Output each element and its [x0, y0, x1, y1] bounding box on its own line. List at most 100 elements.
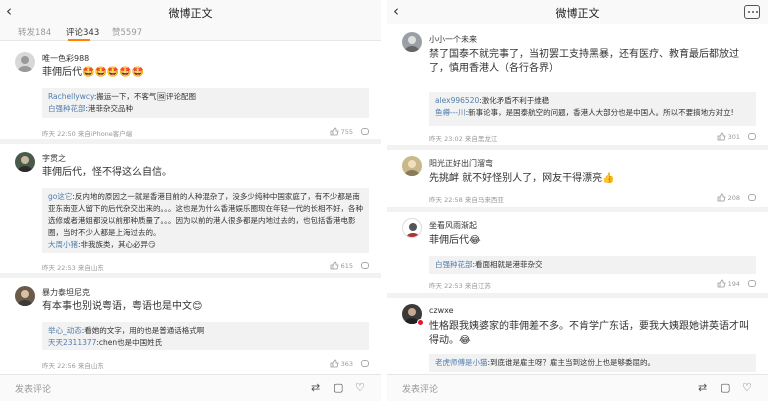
tab-reposts[interactable]: 转发184 [18, 26, 51, 38]
like-count[interactable]: 301 [717, 132, 740, 141]
footer-actions: ⇄ ▢ ♡ [311, 382, 371, 394]
comment-meta: 昨天 22:53 来自江苏 [429, 282, 491, 290]
tab-comments[interactable]: 评论343 [66, 26, 99, 38]
comment-meta: 昨天 23:02 来自黑龙江 [429, 135, 498, 143]
like-count[interactable]: 615 [330, 261, 353, 270]
comment-input[interactable]: 发表评论 [15, 382, 51, 395]
reply-line: alex996520:激化矛盾不利于维稳 [435, 95, 750, 107]
repost-icon[interactable]: ⇄ [311, 382, 320, 394]
reply-icon[interactable] [361, 360, 369, 367]
like-count-value: 755 [340, 128, 353, 136]
reply-user[interactable]: Rachellywcy [48, 92, 94, 101]
avatar[interactable] [402, 32, 422, 52]
like-count[interactable]: 755 [330, 127, 353, 136]
thumbs-up-icon[interactable] [717, 132, 726, 141]
reply-text: :反内地的原因之一就是香港目前的人种混杂了，没多少纯种中国家庭了，有不少都是南亚… [48, 192, 363, 237]
reply-user[interactable]: 白强种花部 [48, 104, 86, 113]
comment-username[interactable]: 小小一个未来 [429, 34, 477, 45]
avatar[interactable] [402, 218, 422, 238]
reply-text: :看面相就是港菲杂交 [472, 260, 543, 269]
more-icon[interactable] [744, 5, 760, 19]
reply-line: 大周小猪:非我族类，其心必异😏 [48, 239, 363, 251]
avatar[interactable] [15, 286, 35, 306]
reply-text: :港菲杂交品种 [85, 104, 134, 113]
reply-user[interactable]: 老虎师傅是小猫 [435, 358, 488, 367]
like-icon[interactable]: ♡ [742, 382, 752, 394]
thumbs-up-icon[interactable] [717, 279, 726, 288]
comment-meta: 昨天 22:53 来自山东 [42, 264, 104, 272]
reply-text: :chen也是中国姓氏 [96, 338, 163, 347]
comment-username[interactable]: 字贯之 [42, 153, 66, 164]
reply-text: :非我族类，其心必异😏 [78, 240, 156, 249]
comment-item: 字贯之 菲佣后代，怪不得这么自信。 go这它:反内地的原因之一就是香港目前的人种… [0, 144, 381, 278]
reply-icon[interactable] [361, 128, 369, 135]
thumbs-up-icon[interactable] [330, 127, 339, 136]
thumbs-up-icon[interactable] [330, 359, 339, 368]
like-count-value: 363 [340, 360, 353, 368]
comment-text: 有本事也别说粤语，粤语也是中文😊 [42, 301, 203, 312]
reply-icon[interactable] [748, 194, 756, 201]
comment-item: 小小一个未来 禁了国泰不就完事了，当初罢工支持黑暴，还有医疗、教育最后都放过了，… [387, 26, 768, 150]
tab-likes[interactable]: 赞5597 [112, 26, 142, 38]
like-count[interactable]: 363 [330, 359, 353, 368]
like-count[interactable]: 194 [717, 279, 740, 288]
avatar[interactable] [402, 156, 422, 176]
comment-text: 菲佣后代🤩🤩🤩🤩🤩 [42, 67, 145, 78]
verified-badge-icon [417, 319, 424, 326]
reply-line: 白强种花部:港菲杂交品种 [48, 103, 363, 115]
like-count-value: 615 [340, 262, 353, 270]
reply-user[interactable]: 天天2311377 [48, 338, 96, 347]
comment-text: 菲佣后代😂 [429, 235, 481, 246]
reply-icon[interactable] [748, 280, 756, 287]
comment-input-bar: 发表评论 ⇄ ▢ ♡ [387, 374, 768, 401]
reply-preview[interactable]: 老虎师傅是小猫:到底谁是雇主呀？雇主当到这份上也是够委屈的。 [429, 354, 756, 372]
reply-user[interactable]: 大周小猪 [48, 240, 78, 249]
comment-text: 禁了国泰不就完事了，当初罢工支持黑暴，还有医疗、教育最后都放过了，慎用香港人（各… [429, 49, 739, 74]
like-count[interactable]: 208 [717, 193, 740, 202]
reply-user[interactable]: 白强种花部 [435, 260, 473, 269]
reply-preview[interactable]: 白强种花部:看面相就是港菲杂交 [429, 256, 756, 274]
comment-username[interactable]: czwxe [429, 306, 454, 315]
reply-line: go这它:反内地的原因之一就是香港目前的人种混杂了，没多少纯种中国家庭了，有不少… [48, 191, 363, 239]
thumbs-up-icon[interactable] [717, 193, 726, 202]
like-count-value: 194 [727, 280, 740, 288]
comment-text: 菲佣后代，怪不得这么自信。 [42, 167, 172, 178]
page-title: 微博正文 [168, 7, 213, 20]
comment-meta: 昨天 22:50 来自iPhone客户端 [42, 130, 133, 138]
comment-tabs: 转发184 评论343 赞5597 [0, 24, 381, 41]
repost-icon[interactable]: ⇄ [698, 382, 707, 394]
reply-preview[interactable]: Rachellywcy:搬运一下，不客气🖼评论配图 白强种花部:港菲杂交品种 [42, 88, 369, 118]
comment-username[interactable]: 坐看风雨渐起 [429, 220, 477, 231]
comment-icon[interactable]: ▢ [720, 382, 730, 394]
reply-text: :搬运一下，不客气🖼评论配图 [93, 92, 196, 101]
reply-user[interactable]: 鱼樽---川 [435, 108, 466, 117]
comment-username[interactable]: 阳光正好出门溜弯 [429, 158, 493, 169]
page-title: 微博正文 [555, 7, 600, 20]
comment-item: 坐看风雨渐起 菲佣后代😂 白强种花部:看面相就是港菲杂交 昨天 22:53 来自… [387, 212, 768, 298]
avatar[interactable] [15, 52, 35, 72]
comment-username[interactable]: 唯一色彩988 [42, 53, 89, 64]
reply-preview[interactable]: go这它:反内地的原因之一就是香港目前的人种混杂了，没多少纯种中国家庭了，有不少… [42, 188, 369, 253]
comment-text: 先挑衅 就不好怪别人了，网友干得漂亮👍 [429, 173, 615, 184]
reply-user[interactable]: 举心_动态 [48, 326, 82, 335]
reply-icon[interactable] [748, 133, 756, 140]
left-weibo-screen: ‹ 微博正文 转发184 评论343 赞5597 唯一色彩988 菲佣后代🤩🤩🤩… [0, 0, 381, 401]
like-icon[interactable]: ♡ [355, 382, 365, 394]
reply-line: Rachellywcy:搬运一下，不客气🖼评论配图 [48, 91, 363, 103]
comment-input[interactable]: 发表评论 [402, 382, 438, 395]
reply-text: :到底谁是雇主呀？雇主当到这份上也是够委屈的。 [487, 358, 656, 367]
comment-item: 阳光正好出门溜弯 先挑衅 就不好怪别人了，网友干得漂亮👍 昨天 22:58 来自… [387, 150, 768, 212]
reply-line: 鱼樽---川:新事论事，是国泰航空的问题，香港人大部分也是中国人。所以不要搞地方… [435, 107, 750, 119]
reply-preview[interactable]: 举心_动态:看她的文字，用的也是普通话格式啊 天天2311377:chen也是中… [42, 322, 369, 350]
comment-item: 唯一色彩988 菲佣后代🤩🤩🤩🤩🤩 Rachellywcy:搬运一下，不客气🖼评… [0, 44, 381, 144]
reply-user[interactable]: go这它 [48, 192, 72, 201]
reply-line: 老虎师傅是小猫:到底谁是雇主呀？雇主当到这份上也是够委屈的。 [435, 357, 750, 369]
comment-meta: 昨天 22:58 来自马来西亚 [429, 196, 504, 204]
avatar[interactable] [15, 152, 35, 172]
reply-icon[interactable] [361, 262, 369, 269]
reply-user[interactable]: alex996520 [435, 96, 479, 105]
thumbs-up-icon[interactable] [330, 261, 339, 270]
comment-username[interactable]: 暴力泰坦尼克 [42, 287, 90, 298]
reply-preview[interactable]: alex996520:激化矛盾不利于维稳 鱼樽---川:新事论事，是国泰航空的问… [429, 92, 756, 126]
comment-icon[interactable]: ▢ [333, 382, 343, 394]
